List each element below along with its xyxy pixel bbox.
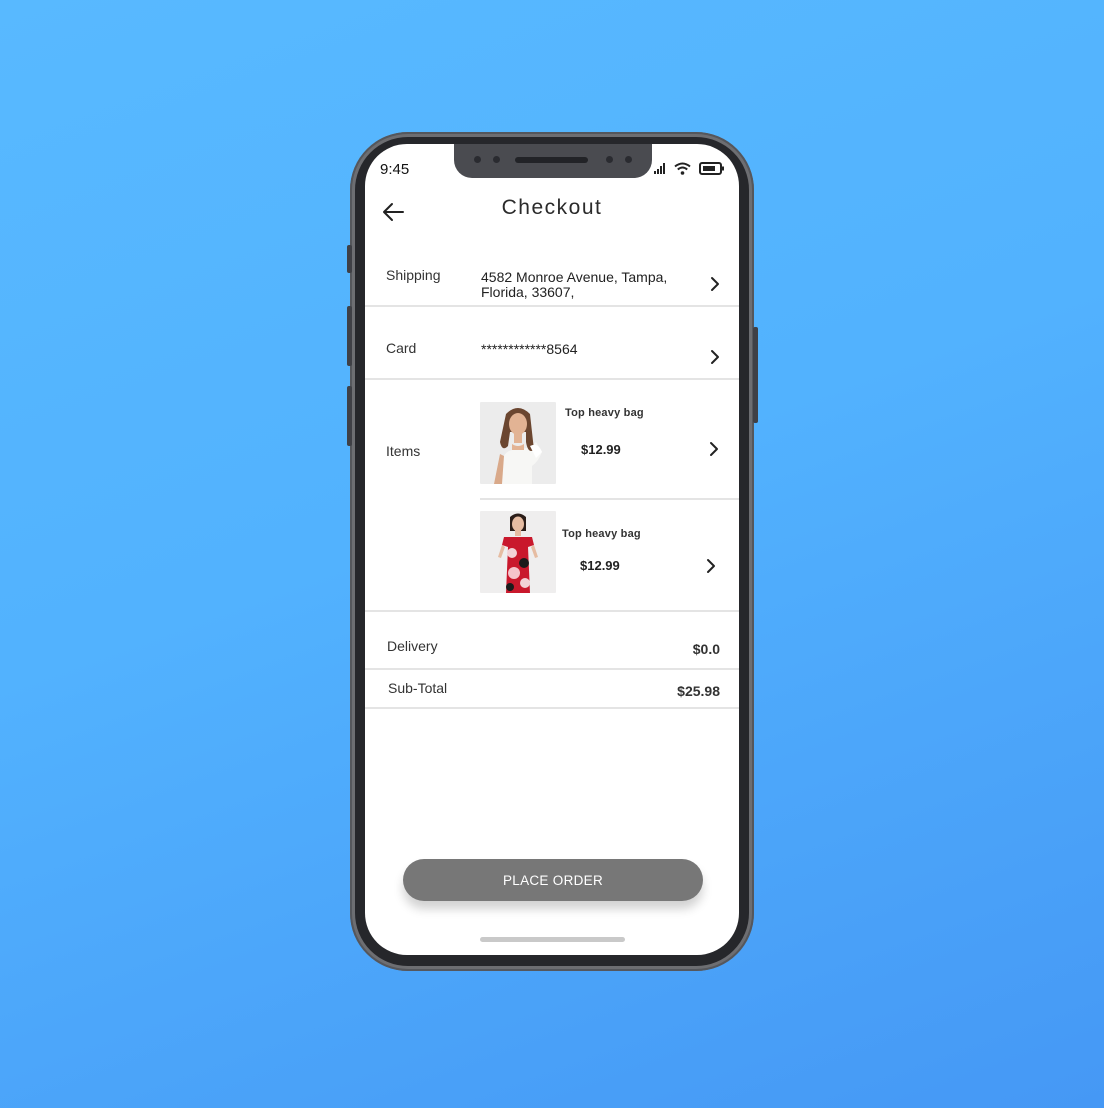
phone-screen: 9:45 Checkout Shipping 4582 Monroe Avenu… — [365, 144, 739, 955]
delivery-amount: $0.0 — [692, 641, 720, 657]
front-camera — [474, 156, 481, 163]
wifi-icon — [674, 162, 691, 175]
divider — [365, 378, 739, 380]
card-number: ************8564 — [481, 341, 578, 357]
volume-down-button — [347, 386, 352, 446]
page-title: Checkout — [501, 196, 603, 219]
chevron-right-icon[interactable] — [704, 558, 718, 574]
notch — [454, 144, 652, 178]
place-order-button[interactable]: PLACE ORDER — [403, 859, 703, 901]
woman-floral-dress-photo — [480, 511, 556, 593]
mute-switch — [347, 245, 352, 273]
divider — [365, 610, 739, 612]
volume-up-button — [347, 306, 352, 366]
divider — [365, 707, 739, 709]
shipping-address-line1: 4582 Monroe Avenue, Tampa, — [481, 269, 668, 285]
subtotal-label: Sub-Total — [388, 680, 448, 696]
shipping-address-line2: Florida, 33607, — [481, 284, 575, 300]
status-icons — [654, 160, 725, 176]
earpiece-speaker — [515, 157, 588, 163]
power-button — [753, 327, 758, 423]
chevron-right-icon[interactable] — [707, 441, 721, 457]
sensor-dot — [625, 156, 632, 163]
item-name: Top heavy bag — [565, 407, 644, 419]
status-time: 9:45 — [380, 161, 410, 178]
subtotal-amount: $25.98 — [677, 683, 720, 699]
delivery-label: Delivery — [387, 638, 438, 654]
sensor-dot — [606, 156, 613, 163]
item-name: Top heavy bag — [562, 528, 641, 540]
chevron-right-icon[interactable] — [708, 349, 722, 365]
item-price: $12.99 — [580, 558, 620, 573]
divider — [365, 305, 739, 307]
shipping-label: Shipping — [386, 267, 441, 283]
woman-white-top-photo — [480, 402, 556, 484]
divider — [480, 498, 739, 500]
items-label: Items — [386, 443, 421, 459]
item-price: $12.99 — [581, 442, 621, 457]
home-indicator — [480, 937, 625, 942]
divider — [365, 668, 739, 670]
battery-icon — [699, 161, 724, 175]
card-label: Card — [386, 340, 417, 356]
signal-icon — [654, 162, 665, 174]
sensor-dot — [493, 156, 500, 163]
chevron-right-icon[interactable] — [708, 276, 722, 292]
